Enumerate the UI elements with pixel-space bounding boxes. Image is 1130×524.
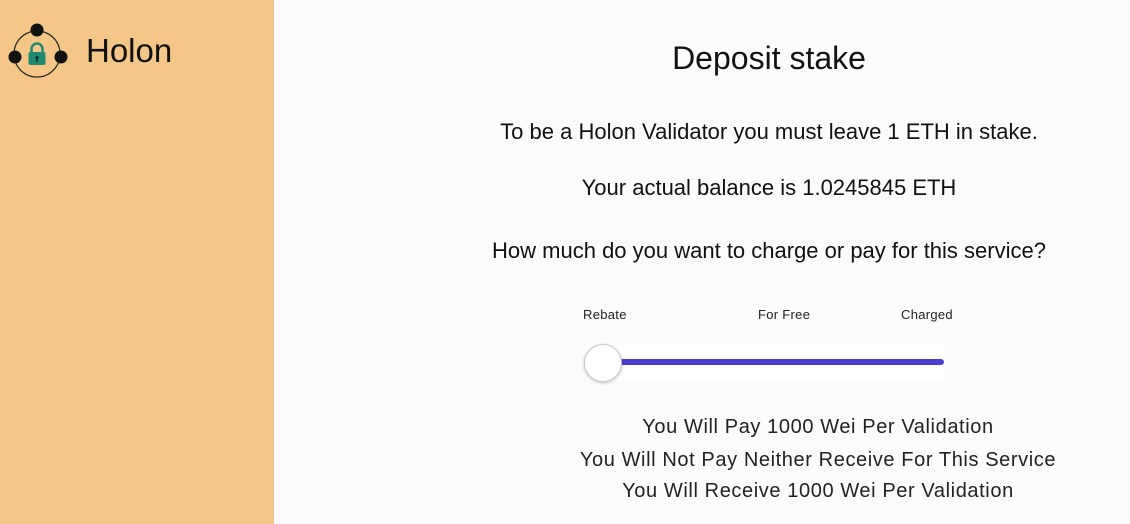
slider-thumb[interactable] <box>584 344 622 382</box>
slider-label-for-free: For Free <box>758 307 811 322</box>
balance-text: Your actual balance is 1.0245845 ETH <box>581 175 957 200</box>
stake-notice: To be a Holon Validator you must leave 1… <box>500 119 1038 144</box>
page-title: Deposit stake <box>672 40 866 76</box>
fee-slider[interactable] <box>584 344 944 382</box>
receive-message: You Will Receive 1000 Wei Per Validation <box>622 480 1014 502</box>
sidebar: Holon <box>0 0 274 524</box>
holon-lock-logo-icon[interactable] <box>6 22 70 82</box>
slider-label-rebate: Rebate <box>583 307 627 322</box>
slider-track[interactable] <box>604 359 944 365</box>
slider-label-charged: Charged <box>901 307 953 322</box>
brand-name: Holon <box>86 32 173 69</box>
service-question: How much do you want to charge or pay fo… <box>492 238 1046 263</box>
free-message: You Will Not Pay Neither Receive For Thi… <box>579 449 1057 471</box>
pay-message: You Will Pay 1000 Wei Per Validation <box>642 416 994 438</box>
main-content: Deposit stake To be a Holon Validator yo… <box>274 0 1130 524</box>
